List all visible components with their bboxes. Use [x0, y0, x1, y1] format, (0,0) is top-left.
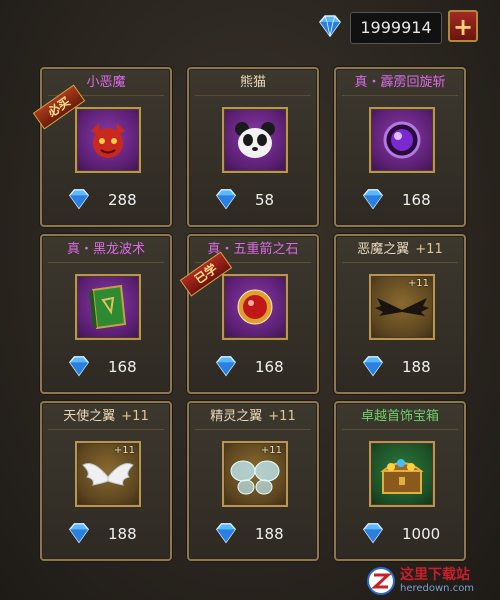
item-name: 卓越首饰宝箱	[360, 409, 439, 424]
item-icon-frame	[75, 274, 141, 340]
site-watermark: 这里下载站 heredown.com	[366, 562, 500, 600]
diamond-icon	[362, 356, 384, 377]
shop-item-card[interactable]: 真・五重箭之石 已学 168	[179, 234, 319, 394]
icon-enhance-badge: +11	[260, 445, 282, 456]
item-icon-frame: +11	[369, 274, 435, 340]
diamond-icon	[319, 15, 341, 38]
shop-item-card[interactable]: 天使之翼 +11 +11 188	[40, 401, 172, 561]
item-price: 168	[402, 191, 431, 209]
watermark-text: 这里下载站 heredown.com	[400, 567, 474, 595]
diamond-icon	[362, 523, 384, 544]
item-name: 真・五重箭之石	[207, 242, 299, 257]
item-price: 188	[402, 358, 431, 376]
divider	[342, 95, 458, 96]
treasure-chest-icon	[380, 459, 424, 494]
shop-item-card[interactable]: 真・黑龙波术 168	[40, 234, 172, 394]
divider	[195, 95, 311, 96]
item-icon-frame: +11	[75, 441, 141, 507]
item-price: 168	[108, 358, 137, 376]
green-book-skill-icon	[89, 284, 127, 330]
shop-item-card[interactable]: 小恶魔 必买 288	[32, 67, 172, 227]
shop-item-card[interactable]: 恶魔之翼 +11 +11 188	[334, 234, 466, 394]
site-logo-icon	[367, 567, 395, 595]
item-name: 熊猫	[239, 75, 266, 90]
divider	[342, 429, 458, 430]
watermark-url: heredown.com	[400, 583, 475, 594]
item-price: 168	[255, 358, 284, 376]
item-icon-frame	[75, 107, 141, 173]
shop-item-card[interactable]: 熊猫 58	[187, 67, 319, 227]
item-icon-frame	[369, 107, 435, 173]
diamond-icon	[215, 189, 237, 210]
item-title: 精灵之翼 +11	[189, 405, 317, 429]
divider	[48, 429, 164, 430]
price-row: 188	[42, 519, 170, 549]
item-price: 58	[255, 191, 275, 209]
diamond-icon	[68, 356, 90, 377]
item-enhance-level: +11	[415, 242, 443, 257]
item-icon-frame	[369, 441, 435, 507]
item-name: 小恶魔	[86, 75, 126, 90]
item-name: 恶魔之翼	[357, 242, 410, 257]
diamond-icon	[215, 356, 237, 377]
price-row: 168	[189, 352, 317, 382]
watermark-title: 这里下载站	[400, 567, 470, 583]
divider	[195, 429, 311, 430]
price-row: 1000	[336, 519, 464, 549]
item-title: 天使之翼 +11	[42, 405, 170, 429]
item-icon-frame	[222, 107, 288, 173]
item-icon-frame: +11	[222, 441, 288, 507]
icon-enhance-badge: +11	[113, 445, 135, 456]
divider	[48, 262, 164, 263]
price-row: 168	[42, 352, 170, 382]
shop-item-card[interactable]: 精灵之翼 +11 +11 188	[187, 401, 319, 561]
item-price: 288	[108, 191, 137, 209]
red-gold-orb-icon	[237, 289, 273, 325]
divider	[342, 262, 458, 263]
item-price: 1000	[402, 525, 441, 543]
item-price: 188	[255, 525, 284, 543]
item-enhance-level: +11	[121, 409, 149, 424]
item-name: 真・黑龙波术	[66, 242, 145, 257]
shop-item-card[interactable]: 卓越首饰宝箱 1000	[334, 401, 466, 561]
item-name: 精灵之翼	[210, 409, 263, 424]
plus-icon: +	[452, 13, 474, 41]
item-name: 天使之翼	[63, 409, 116, 424]
little-demon-pet-icon	[91, 123, 125, 158]
item-name: 真・霹雳回旋斩	[354, 75, 446, 90]
item-enhance-level: +11	[268, 409, 296, 424]
diamond-balance: 1999914	[350, 12, 442, 44]
currency-bar: 1999914 +	[0, 0, 500, 58]
price-row: 288	[42, 185, 170, 215]
shop-item-card[interactable]: 真・霹雳回旋斩 168	[334, 67, 466, 227]
panda-pet-icon	[235, 122, 275, 158]
item-price: 188	[108, 525, 137, 543]
shop-grid: 小恶魔 必买 288 熊猫 58 真・霹雳回旋斩 168 真・黑龙波术 168 …	[32, 67, 476, 585]
diamond-icon	[68, 523, 90, 544]
diamond-icon	[68, 189, 90, 210]
purple-orb-skill-icon	[383, 121, 421, 159]
price-row: 188	[336, 352, 464, 382]
item-title: 恶魔之翼 +11	[336, 238, 464, 262]
diamond-icon	[215, 523, 237, 544]
price-row: 58	[189, 185, 317, 215]
price-row: 168	[336, 185, 464, 215]
diamond-icon	[362, 189, 384, 210]
icon-enhance-badge: +11	[407, 278, 429, 289]
add-diamonds-button[interactable]: +	[448, 10, 478, 42]
item-icon-frame	[222, 274, 288, 340]
price-row: 188	[189, 519, 317, 549]
